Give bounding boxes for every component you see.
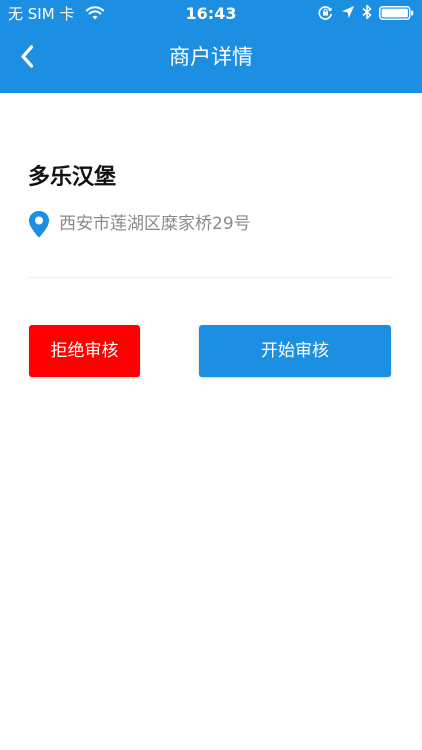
start-review-button[interactable]: 开始审核 <box>199 325 391 377</box>
merchant-detail-screen: 无 SIM 卡 16:43 商户详情 多乐汉堡 西安市莲湖区糜家桥29号 拒绝审… <box>0 0 422 750</box>
lock-rotation-icon <box>318 6 332 20</box>
location-arrow-icon <box>342 6 354 18</box>
nav-bar: 商户详情 <box>0 28 422 93</box>
merchant-name: 多乐汉堡 <box>28 165 117 190</box>
battery-icon <box>379 6 414 20</box>
status-bar: 无 SIM 卡 16:43 <box>0 0 422 28</box>
page-title: 商户详情 <box>169 45 253 69</box>
top-bar: 无 SIM 卡 16:43 商户详情 <box>0 0 422 93</box>
reject-review-button[interactable]: 拒绝审核 <box>29 325 140 377</box>
status-time: 16:43 <box>185 4 237 23</box>
bluetooth-icon <box>362 4 372 20</box>
chevron-left-icon <box>21 45 34 68</box>
back-button[interactable] <box>12 38 52 76</box>
location-pin-icon <box>29 211 49 238</box>
merchant-address: 西安市莲湖区糜家桥29号 <box>59 214 251 234</box>
divider <box>28 277 394 278</box>
